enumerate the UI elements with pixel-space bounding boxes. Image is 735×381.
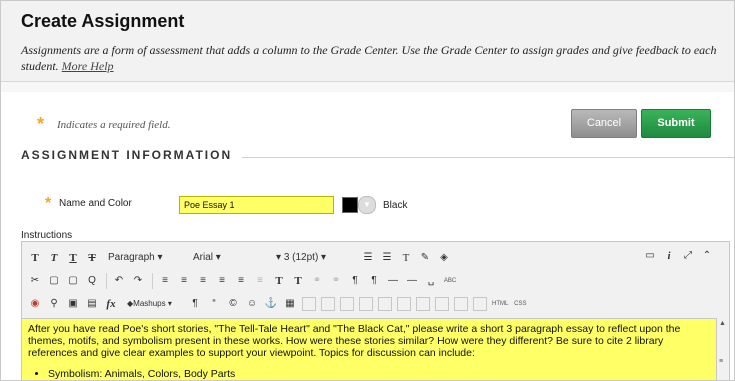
instructions-paragraph: After you have read Poe's short stories,… <box>28 323 681 359</box>
required-asterisk-icon: * <box>37 114 45 134</box>
editor-toolbar-right: ▭ i ⤢ ⌃ <box>643 248 719 264</box>
horizontal-rule-icon[interactable]: — <box>386 273 400 289</box>
insert-table-icon[interactable]: ▦ <box>283 296 297 312</box>
table-tool-icon <box>359 297 373 311</box>
table-tool-icon <box>473 297 487 311</box>
highlight-color-icon[interactable]: ✎ <box>418 250 432 266</box>
italic-icon[interactable]: T <box>47 250 61 266</box>
editor-toolbar-row-3: ◉ ⚲ ▣ ▤ fx ◆Mashups ▾ ¶ “ © ☺ ⚓ ▦ HTML C… <box>28 294 532 314</box>
math-equation-icon[interactable]: fx <box>104 296 118 312</box>
editor-toolbar-row-1: T T T T Paragraph ▾ Arial ▾ ▾ 3 (12pt) ▾… <box>28 248 456 268</box>
font-family-select[interactable]: Arial ▾ <box>189 250 267 266</box>
indent-icon[interactable]: ≡ <box>234 273 248 289</box>
bold-icon[interactable]: T <box>28 250 42 266</box>
page-title: Create Assignment <box>21 11 185 31</box>
table-tool-icon <box>454 297 468 311</box>
instructions-content-area[interactable]: After you have read Poe's short stories,… <box>22 318 717 380</box>
subscript-icon[interactable]: T <box>291 273 305 289</box>
table-tool-icon <box>435 297 449 311</box>
blockquote-icon[interactable]: “ <box>207 296 221 312</box>
color-picker-dropdown-icon[interactable]: ▼ <box>358 196 376 214</box>
table-tool-icon <box>378 297 392 311</box>
find-replace-icon[interactable]: Q <box>85 273 99 289</box>
record-icon[interactable]: ◉ <box>28 296 42 312</box>
list-item: Symbolism: Animals, Colors, Body Parts <box>48 368 711 380</box>
color-name: Black <box>383 200 408 211</box>
align-left-icon[interactable]: ≡ <box>158 273 172 289</box>
more-help-link[interactable]: More Help <box>62 59 114 73</box>
insert-image-icon[interactable]: ▣ <box>66 296 80 312</box>
collapse-toolbar-icon[interactable]: ⌃ <box>700 248 714 264</box>
undo-icon[interactable]: ↶ <box>112 273 126 289</box>
copy-icon[interactable]: ▢ <box>47 273 61 289</box>
outdent-icon[interactable]: ≡ <box>253 273 267 289</box>
toolbar-separator <box>152 273 153 289</box>
redo-icon[interactable]: ↷ <box>131 273 145 289</box>
name-color-label: Name and Color <box>59 198 132 209</box>
em-dash-icon[interactable]: — <box>405 273 419 289</box>
page-description: Assignments are a form of assessment tha… <box>21 42 721 74</box>
instructions-label: Instructions <box>21 230 73 241</box>
attach-file-icon[interactable]: ⚲ <box>47 296 61 312</box>
scroll-thumb-icon[interactable]: ≡ <box>719 358 723 365</box>
color-swatch[interactable] <box>342 197 358 213</box>
numbered-list-icon[interactable]: ☰ <box>380 250 394 266</box>
bullet-list-icon[interactable]: ☰ <box>361 250 375 266</box>
special-character-icon[interactable]: © <box>226 296 240 312</box>
required-asterisk-icon: * <box>45 195 52 212</box>
preview-icon[interactable]: ▭ <box>643 248 657 264</box>
create-assignment-panel: Create Assignment Assignments are a form… <box>0 0 735 381</box>
font-size-select[interactable]: ▾ 3 (12pt) ▾ <box>272 250 356 266</box>
css-editor-button[interactable]: CSS <box>513 296 527 312</box>
insert-media-icon[interactable]: ▤ <box>85 296 99 312</box>
align-right-icon[interactable]: ≡ <box>196 273 210 289</box>
spellcheck-icon[interactable]: ABC <box>443 273 457 289</box>
unlink-icon[interactable]: ⚭ <box>329 273 343 289</box>
font-family-value: Arial <box>193 252 214 263</box>
section-title: ASSIGNMENT INFORMATION <box>21 148 243 162</box>
strikethrough-icon[interactable]: T <box>85 250 99 266</box>
editor-scrollbar[interactable]: ▲ ≡ <box>716 318 729 380</box>
rtl-direction-icon[interactable]: ¶ <box>367 273 381 289</box>
clear-formatting-icon[interactable]: ◈ <box>437 250 451 266</box>
paragraph-format-value: Paragraph <box>108 252 155 263</box>
required-field-note: Indicates a required field. <box>57 119 171 131</box>
table-tool-icon <box>340 297 354 311</box>
anchor-icon[interactable]: ⚓ <box>264 296 278 312</box>
table-tool-icon <box>302 297 316 311</box>
table-tool-icon <box>321 297 335 311</box>
scroll-up-icon[interactable]: ▲ <box>719 320 726 327</box>
mashups-dropdown[interactable]: ◆Mashups ▾ <box>123 296 183 312</box>
paragraph-format-select[interactable]: Paragraph ▾ <box>104 250 184 266</box>
toolbar-separator <box>106 273 107 289</box>
non-breaking-space-icon[interactable]: ␣ <box>424 273 438 289</box>
instructions-editor: T T T T Paragraph ▾ Arial ▾ ▾ 3 (12pt) ▾… <box>21 241 730 380</box>
align-center-icon[interactable]: ≡ <box>177 273 191 289</box>
paste-icon[interactable]: ▢ <box>66 273 80 289</box>
section-divider <box>229 157 734 158</box>
ltr-direction-icon[interactable]: ¶ <box>348 273 362 289</box>
table-tool-icon <box>416 297 430 311</box>
description-text: Assignments are a form of assessment tha… <box>21 43 717 73</box>
assignment-name-input[interactable] <box>179 196 334 214</box>
insert-link-icon[interactable]: ⚭ <box>310 273 324 289</box>
paragraph-mark-icon[interactable]: ¶ <box>188 296 202 312</box>
mashups-label: Mashups <box>133 299 166 308</box>
info-icon[interactable]: i <box>662 248 676 264</box>
justify-icon[interactable]: ≡ <box>215 273 229 289</box>
header-divider <box>1 82 734 92</box>
superscript-icon[interactable]: T <box>272 273 286 289</box>
text-color-icon[interactable]: T <box>399 250 413 266</box>
html-source-button[interactable]: HTML <box>492 296 508 312</box>
page-header: Create Assignment Assignments are a form… <box>1 1 734 82</box>
underline-icon[interactable]: T <box>66 250 80 266</box>
submit-button[interactable]: Submit <box>641 109 711 138</box>
fullscreen-icon[interactable]: ⤢ <box>681 248 695 264</box>
table-tool-icon <box>397 297 411 311</box>
font-size-value: 3 (12pt) <box>283 252 319 263</box>
cut-icon[interactable]: ✂ <box>28 273 42 289</box>
cancel-button[interactable]: Cancel <box>571 109 637 138</box>
editor-toolbar-row-2: ✂ ▢ ▢ Q ↶ ↷ ≡ ≡ ≡ ≡ ≡ ≡ T T ⚭ ⚭ ¶ ¶ — — … <box>28 271 462 291</box>
emoticon-icon[interactable]: ☺ <box>245 296 259 312</box>
